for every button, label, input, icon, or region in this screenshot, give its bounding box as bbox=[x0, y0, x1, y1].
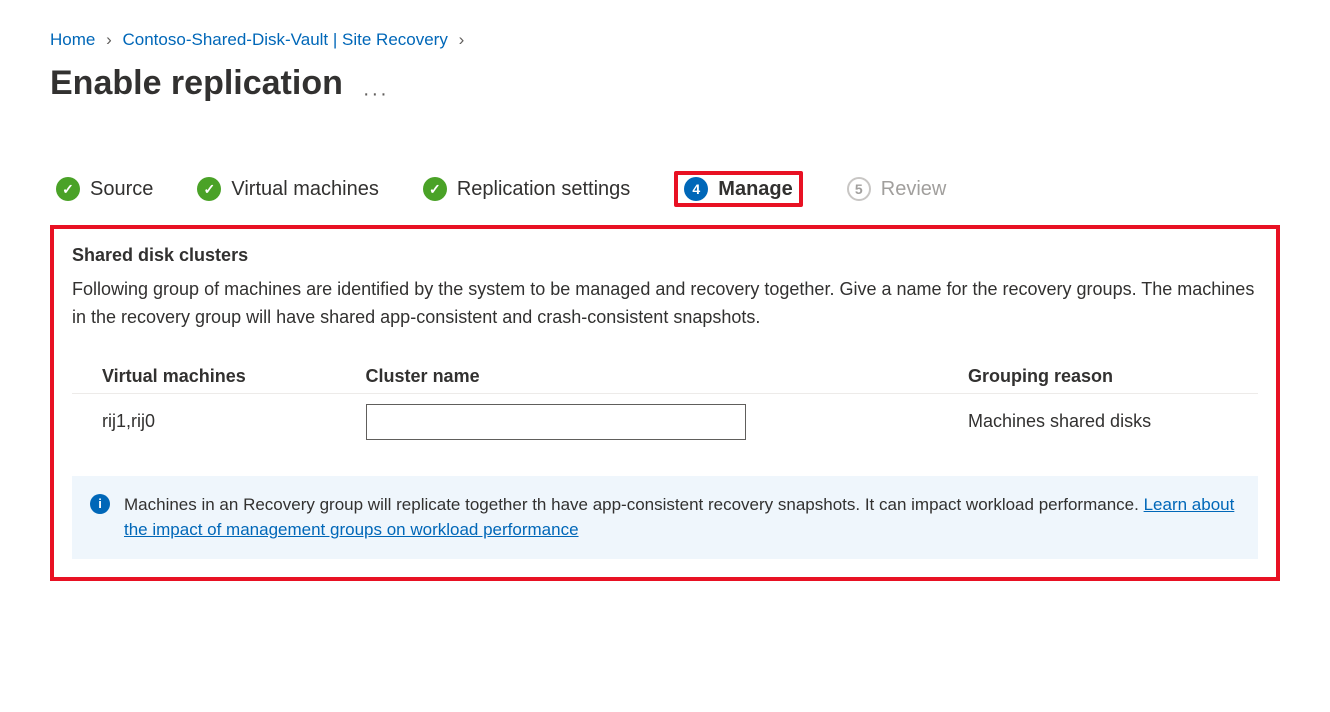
breadcrumb: Home › Contoso-Shared-Disk-Vault | Site … bbox=[50, 30, 1280, 50]
col-grouping-reason: Grouping reason bbox=[938, 360, 1258, 394]
tab-label: Source bbox=[90, 178, 153, 201]
tab-label: Virtual machines bbox=[231, 178, 378, 201]
tab-virtual-machines[interactable]: Virtual machines bbox=[197, 177, 378, 201]
step-number-icon: 5 bbox=[847, 177, 871, 201]
chevron-right-icon: › bbox=[459, 30, 465, 49]
cell-grouping-reason: Machines shared disks bbox=[938, 393, 1258, 450]
info-icon: i bbox=[90, 494, 110, 514]
cell-virtual-machines: rij1,rij0 bbox=[72, 393, 336, 450]
col-cluster-name: Cluster name bbox=[336, 360, 938, 394]
tab-source[interactable]: Source bbox=[56, 177, 153, 201]
table-header-row: Virtual machines Cluster name Grouping r… bbox=[72, 360, 1258, 394]
check-icon bbox=[56, 177, 80, 201]
cluster-table: Virtual machines Cluster name Grouping r… bbox=[72, 360, 1258, 450]
info-text: Machines in an Recovery group will repli… bbox=[124, 492, 1240, 543]
cluster-name-input[interactable] bbox=[366, 404, 746, 440]
tab-replication-settings[interactable]: Replication settings bbox=[423, 177, 630, 201]
tab-review[interactable]: 5 Review bbox=[847, 177, 947, 201]
step-number-icon: 4 bbox=[684, 177, 708, 201]
breadcrumb-vault[interactable]: Contoso-Shared-Disk-Vault | Site Recover… bbox=[123, 30, 448, 49]
info-banner: i Machines in an Recovery group will rep… bbox=[72, 476, 1258, 559]
more-actions-button[interactable]: ··· bbox=[363, 83, 389, 106]
breadcrumb-home[interactable]: Home bbox=[50, 30, 95, 49]
section-description: Following group of machines are identifi… bbox=[72, 276, 1258, 332]
tab-label: Review bbox=[881, 178, 947, 201]
info-message: Machines in an Recovery group will repli… bbox=[124, 495, 1144, 514]
cell-cluster-name bbox=[336, 393, 938, 450]
tab-label: Manage bbox=[718, 178, 792, 201]
col-virtual-machines: Virtual machines bbox=[72, 360, 336, 394]
wizard-tabs: Source Virtual machines Replication sett… bbox=[50, 171, 1280, 207]
chevron-right-icon: › bbox=[106, 30, 112, 49]
page-title: Enable replication bbox=[50, 64, 343, 103]
section-heading: Shared disk clusters bbox=[72, 245, 1258, 266]
tab-label: Replication settings bbox=[457, 178, 630, 201]
table-row: rij1,rij0 Machines shared disks bbox=[72, 393, 1258, 450]
check-icon bbox=[423, 177, 447, 201]
tab-manage[interactable]: 4 Manage bbox=[674, 171, 802, 207]
manage-panel: Shared disk clusters Following group of … bbox=[50, 225, 1280, 581]
check-icon bbox=[197, 177, 221, 201]
